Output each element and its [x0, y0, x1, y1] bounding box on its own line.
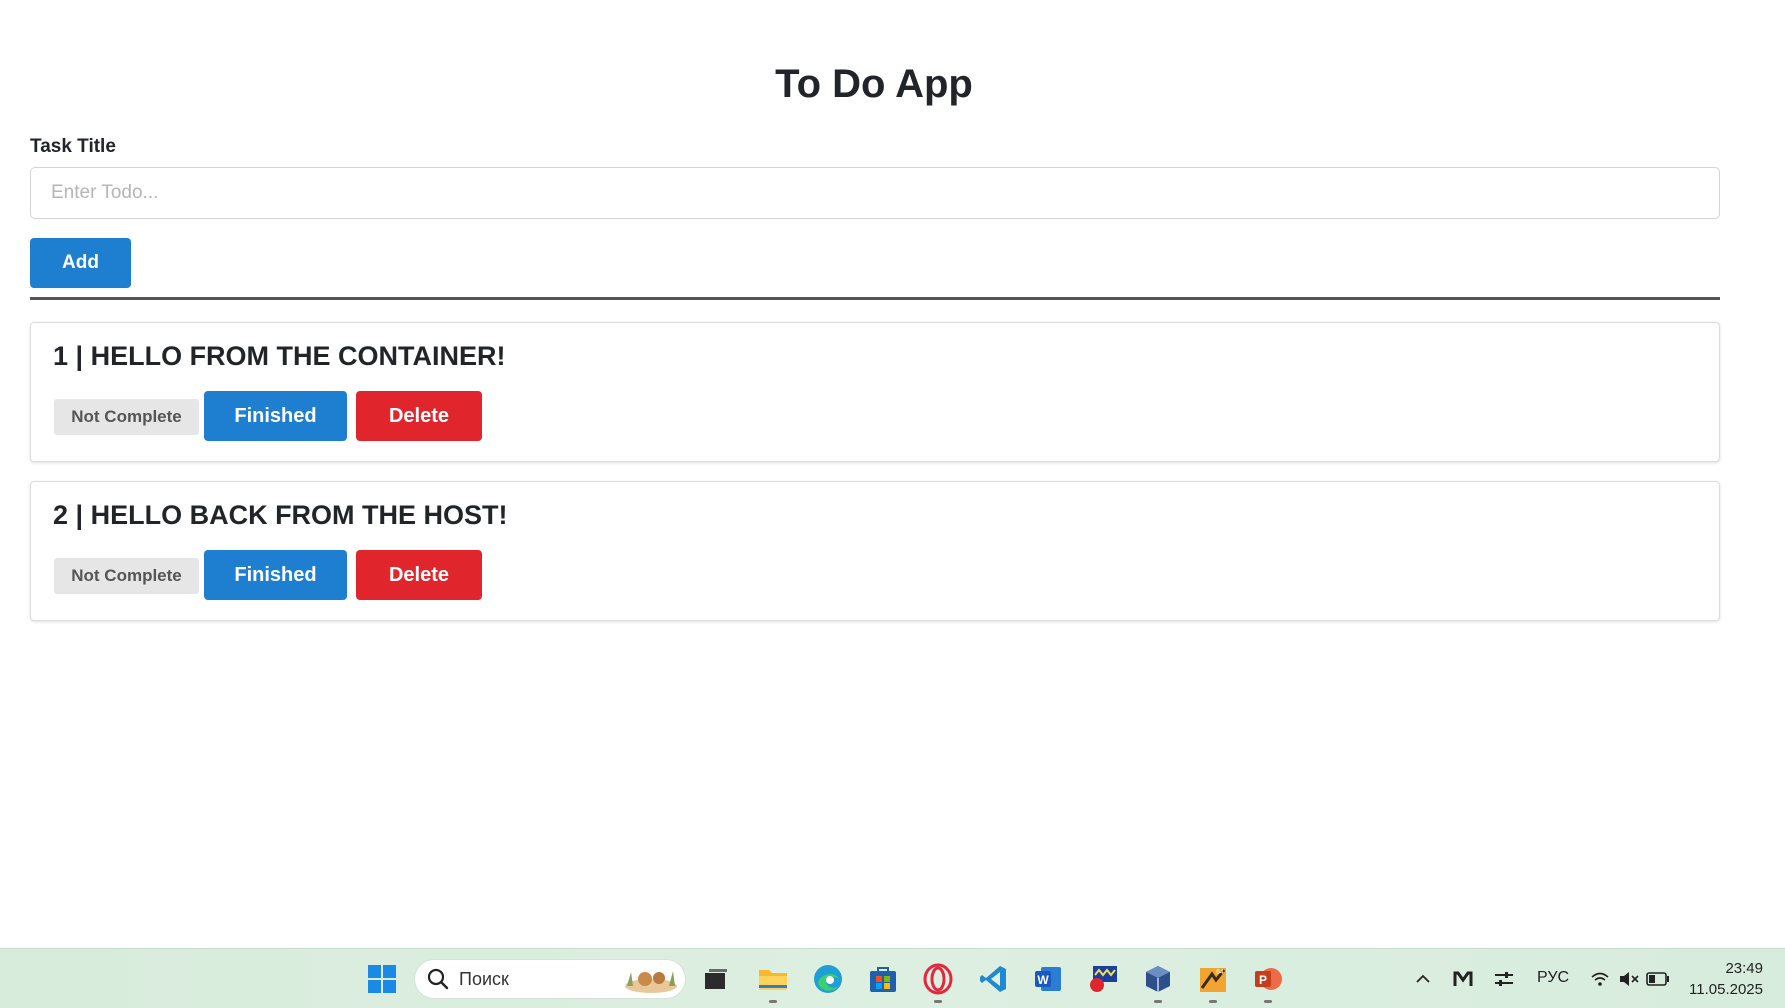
search-icon: [427, 968, 449, 990]
todo-card: 2 | HELLO BACK FROM THE HOST! Not Comple…: [30, 481, 1720, 621]
windows-start-icon[interactable]: [362, 959, 402, 999]
todo-title: 2 | HELLO BACK FROM THE HOST!: [53, 500, 508, 530]
delete-button[interactable]: Delete: [356, 550, 482, 600]
clock[interactable]: 23:49 11.05.2025: [1689, 958, 1763, 1000]
search-placeholder: Поиск: [459, 968, 509, 989]
add-button[interactable]: Add: [30, 238, 131, 288]
clock-time: 23:49: [1725, 960, 1763, 977]
powerpoint-icon[interactable]: P: [1248, 959, 1288, 1003]
search-highlight-icon: [625, 971, 677, 993]
language-indicator[interactable]: РУС: [1537, 969, 1569, 987]
store-icon[interactable]: [863, 959, 903, 999]
finished-button[interactable]: Finished: [204, 391, 347, 441]
app-64-icon[interactable]: 64: [1193, 959, 1233, 1003]
meet-icon[interactable]: [1443, 959, 1483, 999]
opera-browser-icon[interactable]: [918, 959, 958, 1003]
status-badge: Not Complete: [54, 558, 199, 594]
svg-text:64: 64: [1216, 969, 1224, 976]
virtualbox-icon[interactable]: [1138, 959, 1178, 1003]
taskbar-search[interactable]: Поиск: [414, 959, 686, 999]
taskbar: Поиск W 64 P РУС 23:49 11.05.2025: [0, 948, 1785, 1008]
delete-button[interactable]: Delete: [356, 391, 482, 441]
task-view-icon[interactable]: [696, 959, 736, 999]
folder-icon[interactable]: [753, 959, 793, 1003]
word-icon[interactable]: W: [1028, 959, 1068, 999]
vscode-icon[interactable]: [973, 959, 1013, 999]
clock-date: 11.05.2025: [1689, 981, 1763, 998]
todo-input[interactable]: [30, 167, 1720, 219]
divider: [30, 297, 1720, 300]
status-badge: Not Complete: [54, 399, 199, 435]
battery-icon[interactable]: [1638, 959, 1678, 999]
task-title-label: Task Title: [30, 136, 116, 157]
svg-text:P: P: [1259, 973, 1267, 987]
todo-card: 1 | HELLO FROM THE CONTAINER! Not Comple…: [30, 322, 1720, 462]
todo-app: To Do App Task Title Add 1 | HELLO FROM …: [0, 0, 1785, 948]
settings-sliders-icon[interactable]: [1484, 959, 1524, 999]
app-icon[interactable]: [1083, 959, 1123, 999]
page-title: To Do App: [775, 62, 973, 106]
svg-text:W: W: [1037, 973, 1049, 987]
finished-button[interactable]: Finished: [204, 550, 347, 600]
chevron-up-icon[interactable]: [1403, 959, 1443, 999]
todo-title: 1 | HELLO FROM THE CONTAINER!: [53, 341, 506, 371]
edge-browser-icon[interactable]: [808, 959, 848, 999]
